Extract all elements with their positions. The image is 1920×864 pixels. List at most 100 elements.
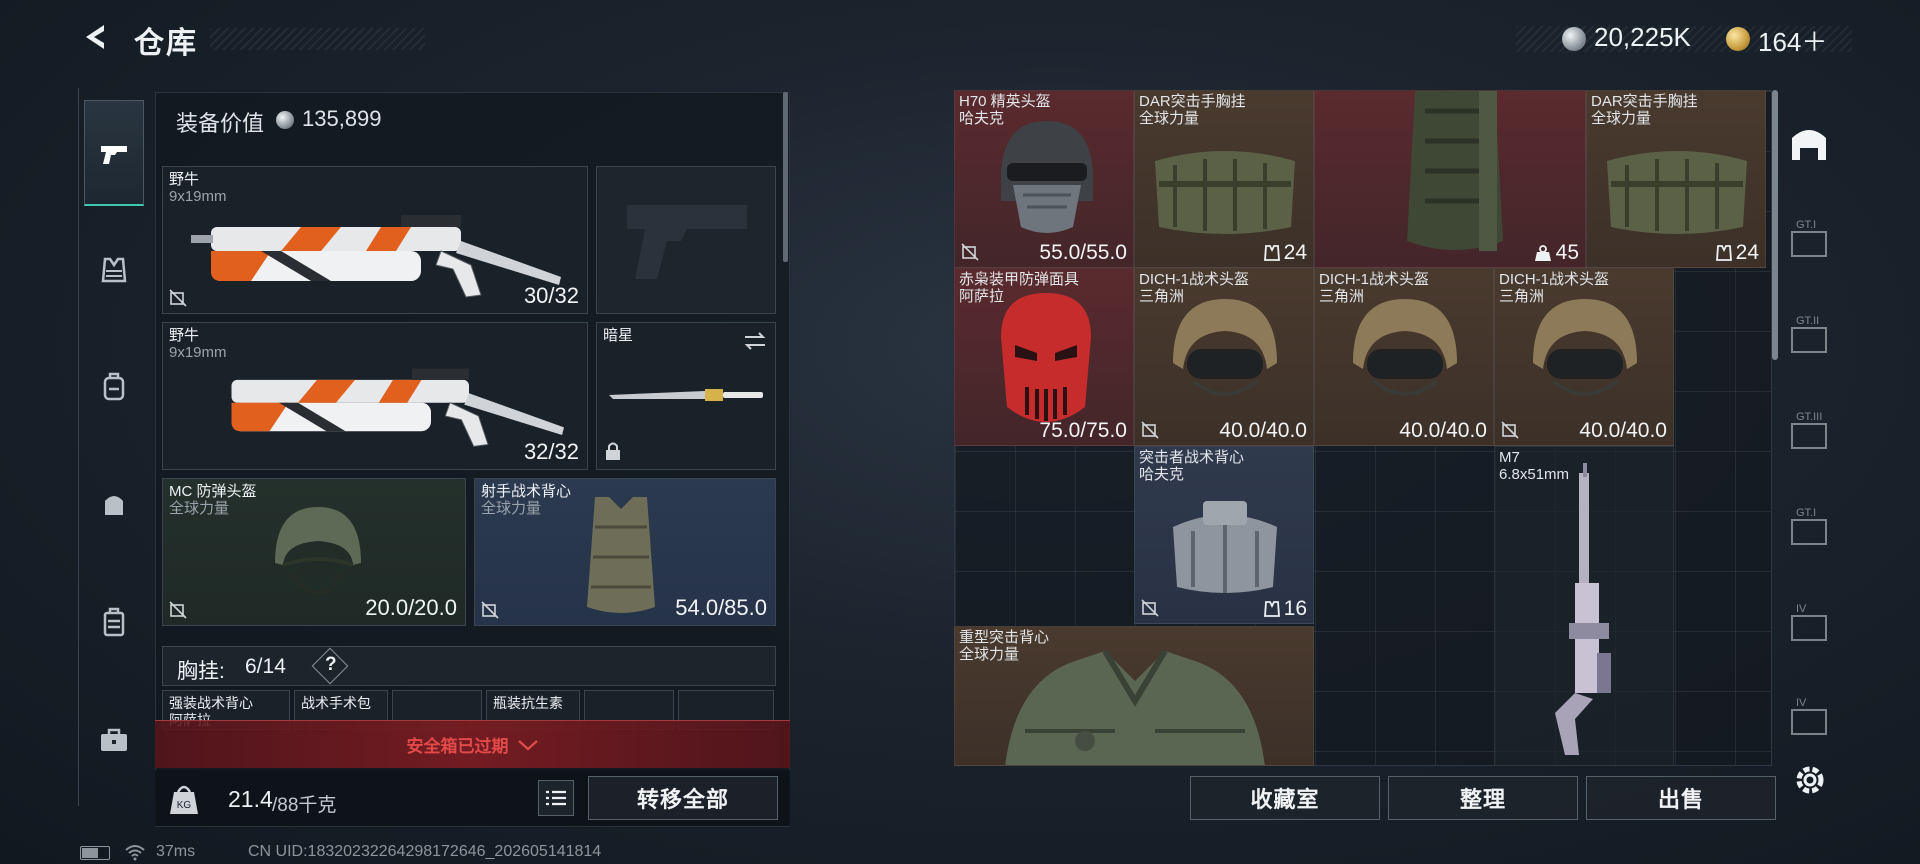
knife-icon bbox=[609, 389, 763, 401]
svg-text:GT.I: GT.I bbox=[1796, 219, 1816, 231]
uid-text: CN UID:18320232264298172646_202605141814 bbox=[248, 843, 602, 860]
item-count-value: 24 bbox=[1283, 241, 1307, 264]
wifi-icon bbox=[125, 845, 145, 861]
battery-icon bbox=[80, 846, 110, 860]
sell-button[interactable]: 出售 bbox=[1586, 776, 1776, 820]
stash-item-cell[interactable]: H70 精英头盔 哈夫克 55.0/55.0 bbox=[954, 90, 1134, 268]
stash-scrollbar[interactable] bbox=[1772, 90, 1778, 360]
equip-value-coin-icon bbox=[276, 111, 294, 129]
svg-text:KG: KG bbox=[177, 800, 192, 811]
stash-item-cell[interactable]: 突击者战术背心 哈夫克 16 bbox=[1134, 446, 1314, 624]
stash-tab-1[interactable]: GT.I bbox=[1782, 212, 1836, 266]
silver-coin-icon bbox=[1562, 27, 1586, 51]
tactical-helmet-icon bbox=[1533, 299, 1637, 396]
helmet-slot[interactable]: MC 防弹头盔 全球力量 20.0/20.0 bbox=[162, 478, 466, 626]
stash-item-cell[interactable]: DICH-1战术头盔 三角洲 40.0/40.0 bbox=[1314, 268, 1494, 446]
rail-backpack-tab[interactable] bbox=[84, 356, 144, 416]
armor-slot[interactable]: 射手战术背心 全球力量 54.0/85.0 bbox=[474, 478, 776, 626]
chest-rig-header: 胸挂: 6/14 ? bbox=[162, 646, 776, 686]
tactical-helmet-icon bbox=[1173, 299, 1277, 396]
weapon-name: 野牛 bbox=[169, 327, 200, 344]
armor-vest-icon bbox=[587, 497, 655, 613]
rail-chest-rig-tab[interactable] bbox=[84, 240, 144, 300]
sidearm-slot[interactable] bbox=[596, 166, 776, 314]
stash-tab-5[interactable]: IV bbox=[1782, 596, 1836, 650]
heavy-armor-item-icon bbox=[1407, 91, 1503, 251]
rifle-m7-icon bbox=[1555, 463, 1611, 755]
item-durability: 75.0/75.0 bbox=[1039, 419, 1127, 442]
rail-toolbox-tab[interactable] bbox=[84, 710, 144, 770]
stash-item-cell[interactable]: DAR突击手胸挂 全球力量 24 bbox=[1586, 90, 1766, 268]
equip-value-label: 装备价值 bbox=[176, 111, 265, 136]
gold-amount[interactable]: 164＋ bbox=[1758, 22, 1827, 59]
rail-pouch-tab[interactable] bbox=[84, 474, 144, 534]
stash-tab-4[interactable]: GT.I bbox=[1782, 500, 1836, 554]
no-insure-icon bbox=[1501, 421, 1519, 439]
primary-weapon-slot[interactable]: 野牛 9x19mm 30/32 bbox=[162, 166, 588, 314]
collection-room-button[interactable]: 收藏室 bbox=[1190, 776, 1380, 820]
stash-tab-6[interactable]: IV bbox=[1782, 690, 1836, 744]
item-brand: 哈夫克 bbox=[1139, 466, 1185, 483]
assault-vest-icon bbox=[1173, 501, 1277, 593]
item-count-value: 16 bbox=[1283, 597, 1307, 620]
safe-box-expired-label: 安全箱已过期 bbox=[406, 737, 509, 756]
loadout-scrollbar[interactable] bbox=[783, 92, 788, 262]
max-weight: /88千克 bbox=[272, 795, 337, 816]
stash-tab-2[interactable]: GT.II bbox=[1782, 308, 1836, 362]
swap-icon[interactable] bbox=[743, 331, 767, 351]
durability: 54.0/85.0 bbox=[675, 595, 767, 620]
rail-case-tab[interactable] bbox=[84, 592, 144, 652]
lock-icon bbox=[606, 442, 620, 460]
pouch-icon bbox=[105, 496, 123, 515]
secondary-weapon-slot[interactable]: 野牛 9x19mm 32/32 bbox=[162, 322, 588, 470]
svg-text:GT.I: GT.I bbox=[1796, 507, 1816, 519]
safe-box-expired-banner[interactable]: 安全箱已过期 bbox=[155, 720, 790, 768]
sort-button[interactable]: 整理 bbox=[1388, 776, 1578, 820]
armor-name: 射手战术背心 bbox=[481, 483, 572, 500]
stash-tab-3[interactable]: GT.III bbox=[1782, 404, 1836, 458]
back-arrow-icon[interactable] bbox=[80, 22, 110, 52]
svg-text:IV: IV bbox=[1796, 697, 1807, 709]
rig-capacity-icon bbox=[1263, 245, 1280, 261]
chest-rig-label: 胸挂: bbox=[177, 660, 225, 683]
ammo-count: 30/32 bbox=[523, 283, 579, 308]
heavy-vest-icon bbox=[1005, 649, 1265, 765]
item-name: DAR突击手胸挂 bbox=[1139, 93, 1246, 110]
rig-item-name: 瓶装抗生素 bbox=[493, 695, 563, 711]
helmet-brand: 全球力量 bbox=[169, 500, 230, 517]
stash-item-cell[interactable]: DICH-1战术头盔 三角洲 40.0/40.0 bbox=[1494, 268, 1674, 446]
case-tab-icon: GT.III bbox=[1791, 411, 1827, 449]
item-brand: 全球力量 bbox=[1139, 110, 1200, 127]
stash-item-cell[interactable]: M7 6.8x51mm bbox=[1494, 446, 1674, 766]
elite-helmet-icon bbox=[1001, 121, 1093, 233]
item-count-value: 45 bbox=[1555, 241, 1579, 264]
stash-item-cell[interactable]: DAR突击手胸挂 全球力量 24 bbox=[1134, 90, 1314, 268]
stash-item-cell[interactable]: 重型突击背心 全球力量 bbox=[954, 626, 1314, 766]
no-insure-icon bbox=[1141, 599, 1159, 617]
list-view-button[interactable] bbox=[538, 780, 574, 816]
tactical-helmet-icon bbox=[1353, 299, 1457, 396]
no-insure-icon bbox=[961, 243, 979, 261]
equip-value-amount: 135,899 bbox=[302, 106, 382, 131]
stash-tab-all[interactable] bbox=[1782, 116, 1836, 170]
transfer-all-button[interactable]: 转移全部 bbox=[588, 776, 778, 820]
chest-rig-item-icon bbox=[1607, 151, 1747, 234]
melee-slot[interactable]: 暗星 bbox=[596, 322, 776, 470]
item-durability: 40.0/40.0 bbox=[1399, 419, 1487, 442]
stash-item-cell[interactable]: 赤枭装甲防弹面具 阿萨拉 75.0/75.0 bbox=[954, 268, 1134, 446]
stash-item-cell[interactable]: 45 bbox=[1314, 90, 1586, 268]
chest-rig-icon bbox=[101, 257, 127, 283]
item-count: 24 bbox=[1715, 241, 1759, 265]
red-mask-icon bbox=[1001, 293, 1091, 422]
item-name: DICH-1战术头盔 bbox=[1499, 271, 1610, 288]
chest-rig-item-icon bbox=[1155, 151, 1295, 234]
settings-button[interactable] bbox=[1790, 760, 1830, 800]
helmet-name: MC 防弹头盔 bbox=[169, 483, 257, 500]
pistol-icon bbox=[101, 145, 127, 164]
pistol-silhouette-icon bbox=[627, 205, 747, 279]
item-count: 45 bbox=[1534, 241, 1579, 265]
case-tab-icon: IV bbox=[1791, 603, 1827, 641]
stash-item-cell[interactable]: DICH-1战术头盔 三角洲 40.0/40.0 bbox=[1134, 268, 1314, 446]
rail-weapons-tab[interactable] bbox=[84, 100, 144, 206]
item-count-value: 24 bbox=[1735, 241, 1759, 264]
